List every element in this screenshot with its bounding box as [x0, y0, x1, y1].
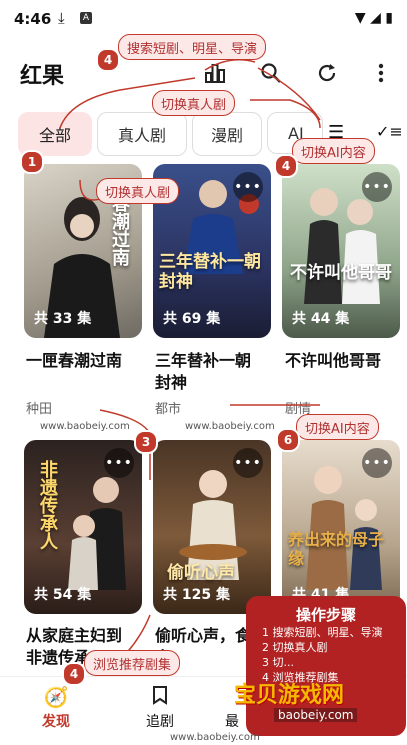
annotation-number-4-right: 4 [274, 154, 298, 178]
annotation-ai-top: 切换AI内容 [292, 138, 375, 164]
steps-heading: 操作步骤 [295, 606, 356, 624]
annotation-browse: 浏览推荐剧集 [84, 650, 181, 676]
step-3: 3 切... [262, 656, 294, 669]
annotation-number-4-bottom: 4 [62, 662, 86, 686]
annotation-number-1: 1 [20, 150, 44, 174]
annotation-number-6: 6 [276, 428, 300, 452]
annotation-number-4-top: 4 [96, 48, 120, 72]
annotation-search: 搜索短剧、明星、导演 [118, 34, 267, 60]
brand-logo-text: 宝贝游戏网 [234, 683, 345, 708]
brand-url: baobeiy.com [274, 708, 358, 722]
annotation-real-drama-2: 切换真人剧 [96, 178, 180, 204]
step-1: 1 搜索短剧、明星、导演 [262, 626, 383, 639]
watermark-bottom: www.baobeiy.com [170, 732, 260, 743]
annotation-number-3: 3 [134, 430, 158, 454]
annotation-ai-middle: 切换AI内容 [296, 414, 379, 440]
step-2: 2 切换真人剧 [262, 641, 328, 654]
annotation-real-drama: 切换真人剧 [152, 90, 236, 116]
